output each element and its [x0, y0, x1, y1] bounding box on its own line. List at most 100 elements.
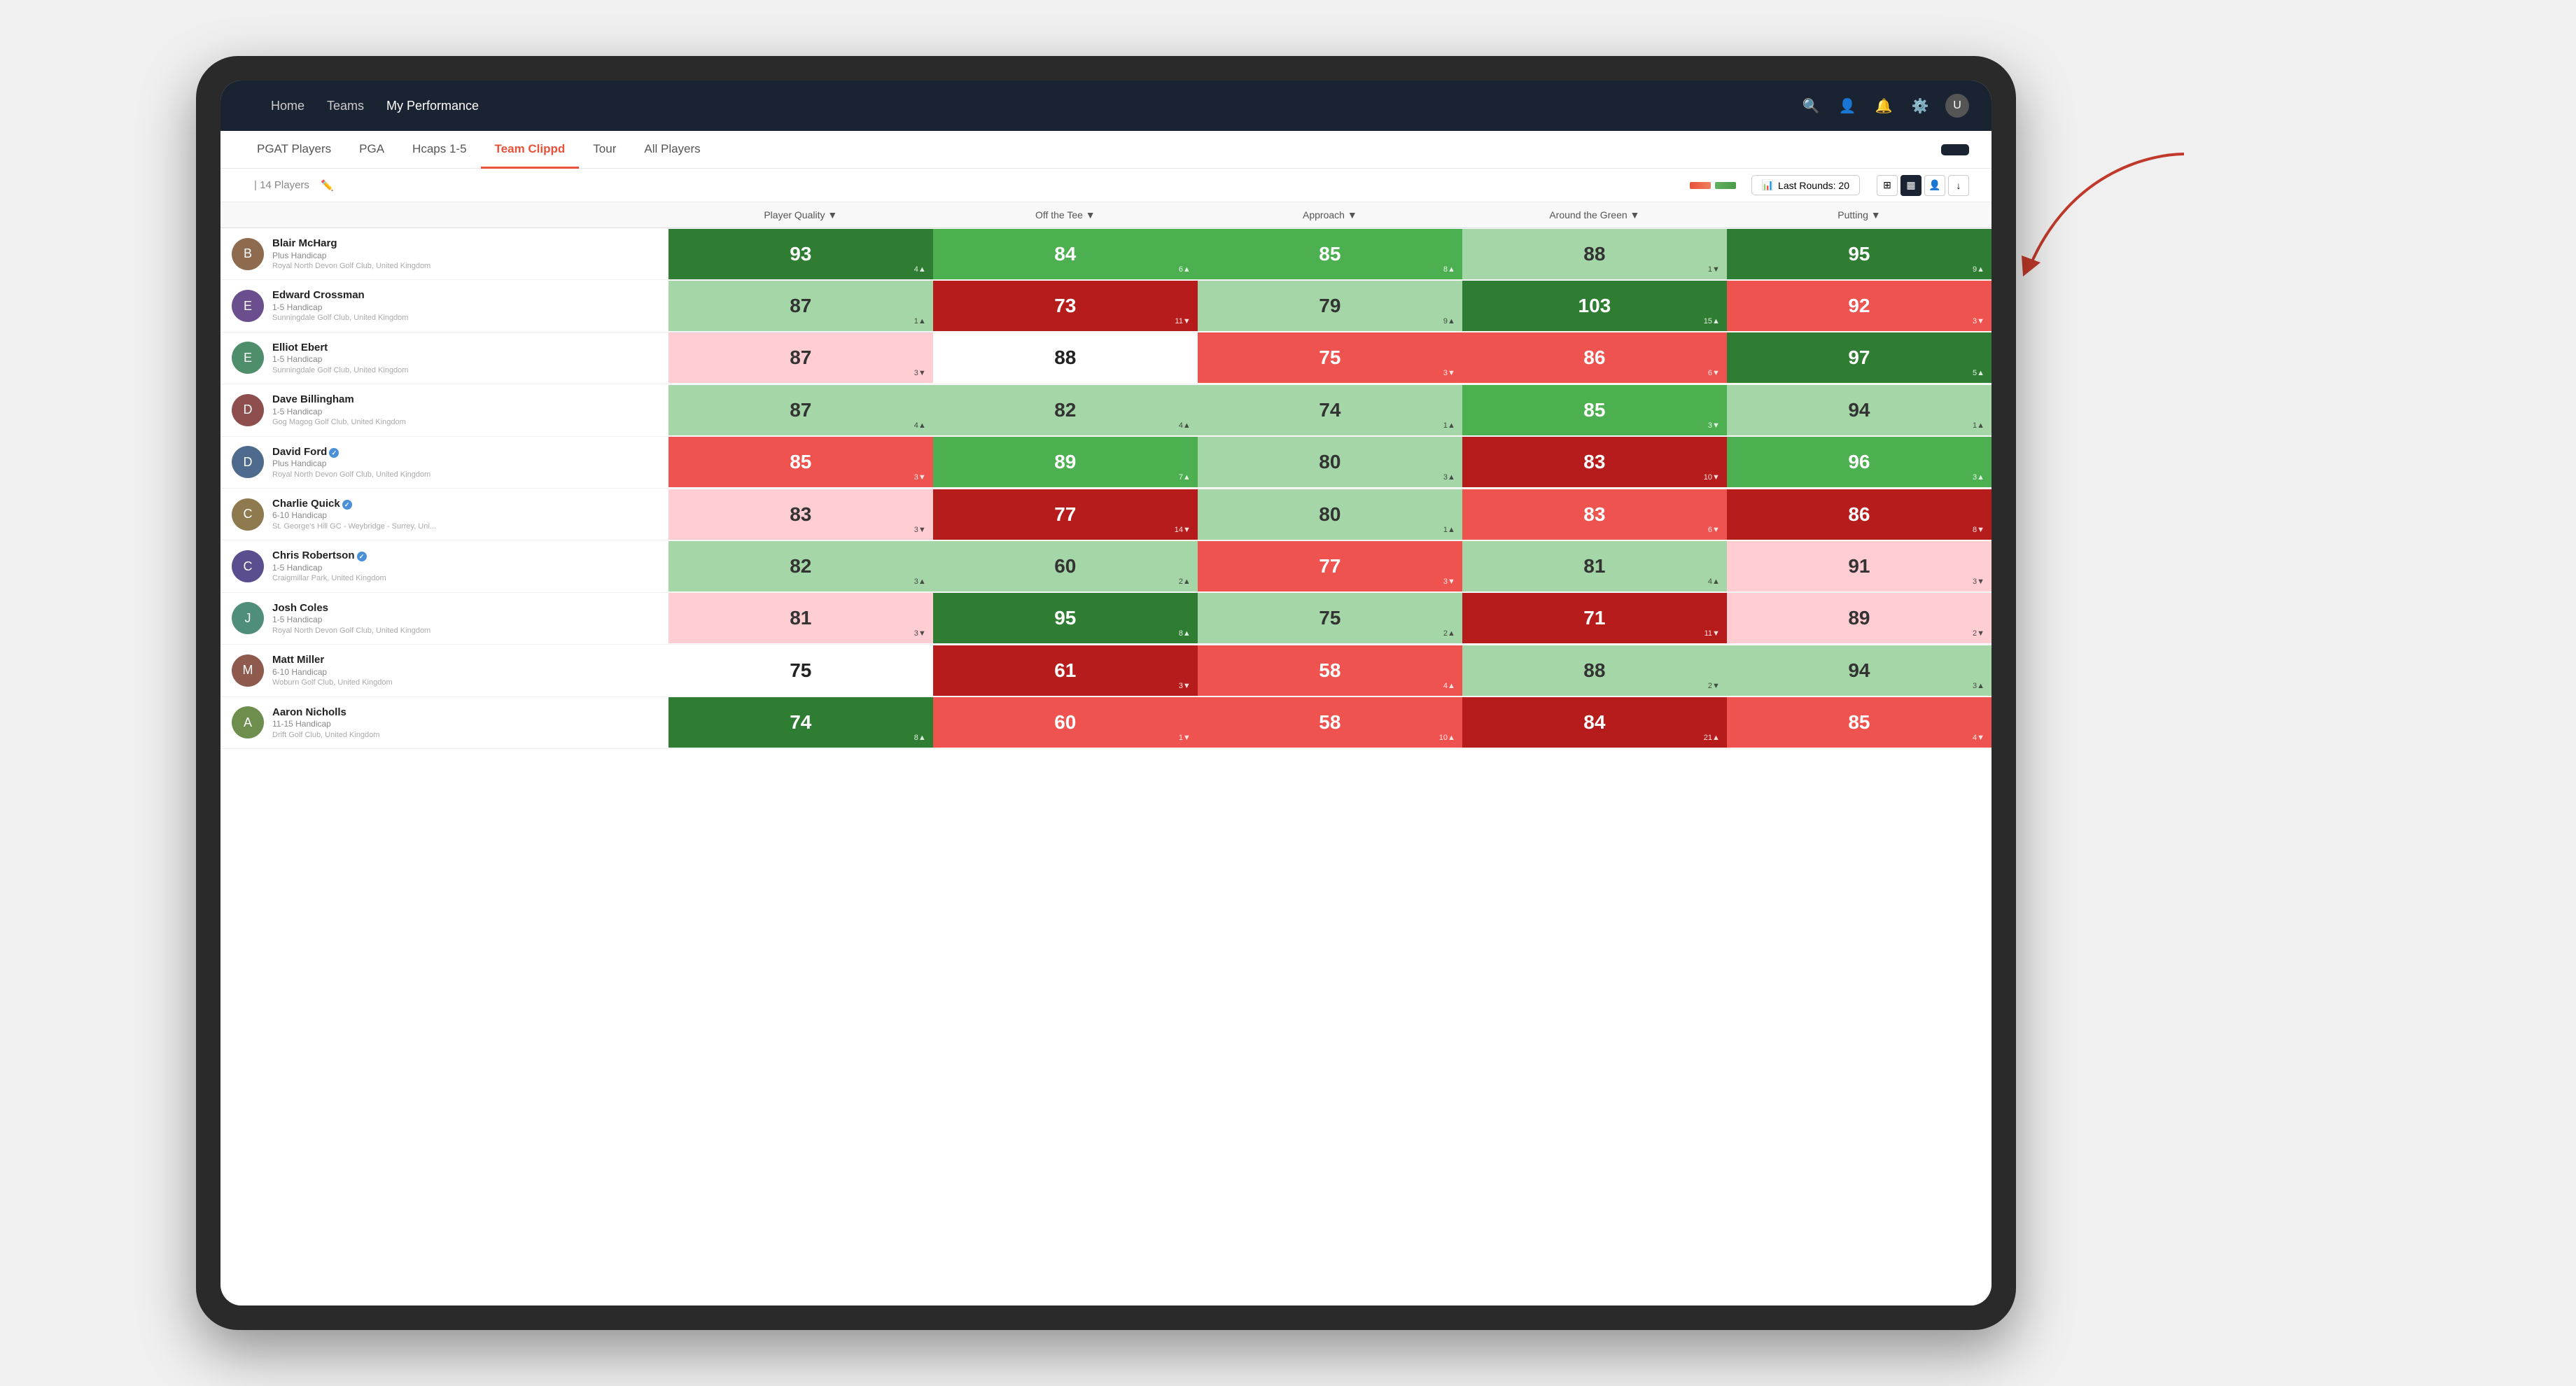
player-details: Elliot Ebert 1-5 Handicap Sunningdale Go…: [272, 341, 408, 375]
score-cell-0: 87 1▲: [668, 280, 933, 332]
nav-my-performance[interactable]: My Performance: [386, 99, 479, 113]
last-rounds-button[interactable]: 📊 Last Rounds: 20: [1751, 175, 1860, 195]
settings-icon[interactable]: ⚙️: [1909, 94, 1931, 117]
score-change: 3▼: [1708, 421, 1720, 430]
subnav-pgat[interactable]: PGAT Players: [243, 131, 345, 169]
score-cell-3: 88 2▼: [1462, 645, 1727, 696]
team-bar: | 14 Players ✏️ 📊 Last Rounds: 20 ⊞ ▦ 👤 …: [220, 169, 1991, 202]
table-row: C Charlie Quick✓ 6-10 Handicap St. Georg…: [220, 488, 1991, 540]
col-header-approach[interactable]: Approach ▼: [1198, 202, 1462, 228]
nav-items: Home Teams My Performance: [271, 99, 1800, 113]
team-count: | 14 Players: [254, 179, 309, 191]
score-value: 87: [790, 295, 811, 317]
score-change: 1▲: [1973, 421, 1984, 430]
score-cell-0: 83 3▼: [668, 488, 933, 540]
score-value: 89: [1054, 451, 1076, 473]
player-name: Blair McHarg: [272, 237, 430, 251]
player-info: M Matt Miller 6-10 Handicap Woburn Golf …: [232, 653, 657, 687]
player-cell[interactable]: A Aaron Nicholls 11-15 Handicap Drift Go…: [220, 696, 668, 748]
player-cell[interactable]: D Dave Billingham 1-5 Handicap Gog Magog…: [220, 384, 668, 436]
player-info: E Elliot Ebert 1-5 Handicap Sunningdale …: [232, 341, 657, 375]
score-value: 89: [1848, 607, 1870, 629]
player-cell[interactable]: D David Ford✓ Plus Handicap Royal North …: [220, 436, 668, 488]
score-value: 81: [790, 607, 811, 629]
player-details: Edward Crossman 1-5 Handicap Sunningdale…: [272, 288, 408, 323]
player-cell[interactable]: C Chris Robertson✓ 1-5 Handicap Craigmil…: [220, 540, 668, 592]
view-grid-button[interactable]: ⊞: [1877, 175, 1898, 196]
verified-icon: ✓: [329, 448, 339, 458]
score-cell-2: 80 1▲: [1198, 488, 1462, 540]
player-details: Chris Robertson✓ 1-5 Handicap Craigmilla…: [272, 549, 386, 583]
player-name: Dave Billingham: [272, 393, 406, 407]
col-header-player[interactable]: [220, 202, 668, 228]
col-header-putting[interactable]: Putting ▼: [1727, 202, 1991, 228]
player-cell[interactable]: C Charlie Quick✓ 6-10 Handicap St. Georg…: [220, 488, 668, 540]
score-change: 8▼: [1973, 526, 1984, 534]
score-box: 82 4▲: [933, 385, 1198, 435]
view-person-button[interactable]: 👤: [1924, 175, 1945, 196]
edit-icon[interactable]: ✏️: [321, 179, 334, 192]
bell-icon[interactable]: 🔔: [1872, 94, 1895, 117]
score-cell-0: 82 3▲: [668, 540, 933, 592]
score-change: 3▼: [914, 473, 926, 482]
view-heatmap-button[interactable]: ▦: [1900, 175, 1921, 196]
subnav-hcaps[interactable]: Hcaps 1-5: [398, 131, 480, 169]
score-change: 4▲: [914, 265, 926, 274]
player-name: Chris Robertson✓: [272, 549, 386, 563]
score-box: 96 3▲: [1727, 437, 1991, 487]
score-value: 74: [1319, 399, 1340, 421]
search-icon[interactable]: 🔍: [1800, 94, 1822, 117]
subnav-pga[interactable]: PGA: [345, 131, 398, 169]
score-change: 8▲: [914, 734, 926, 742]
col-header-around-green[interactable]: Around the Green ▼: [1462, 202, 1727, 228]
table-row: E Elliot Ebert 1-5 Handicap Sunningdale …: [220, 332, 1991, 384]
player-name: Matt Miller: [272, 653, 393, 667]
score-cell-4: 94 3▲: [1727, 645, 1991, 696]
score-change: 14▼: [1175, 526, 1191, 534]
subnav-team-clippd[interactable]: Team Clippd: [481, 131, 580, 169]
player-details: Charlie Quick✓ 6-10 Handicap St. George'…: [272, 497, 436, 531]
score-box: 85 3▼: [1462, 385, 1727, 435]
player-avatar: E: [232, 290, 264, 322]
score-change: 3▼: [1973, 578, 1984, 586]
add-team-button[interactable]: [1941, 144, 1969, 155]
score-cell-2: 75 2▲: [1198, 592, 1462, 644]
score-change: 10▼: [1704, 473, 1720, 482]
nav-teams[interactable]: Teams: [327, 99, 364, 113]
subnav-tour[interactable]: Tour: [579, 131, 630, 169]
score-box: 89 2▼: [1727, 593, 1991, 643]
player-cell[interactable]: J Josh Coles 1-5 Handicap Royal North De…: [220, 592, 668, 644]
score-box: 92 3▼: [1727, 281, 1991, 331]
player-cell[interactable]: E Elliot Ebert 1-5 Handicap Sunningdale …: [220, 332, 668, 384]
score-value: 61: [1054, 659, 1076, 682]
account-avatar[interactable]: U: [1945, 94, 1969, 118]
score-value: 71: [1583, 607, 1605, 629]
score-cell-0: 74 8▲: [668, 696, 933, 748]
player-info: J Josh Coles 1-5 Handicap Royal North De…: [232, 601, 657, 636]
subnav-all-players[interactable]: All Players: [630, 131, 714, 169]
nav-home[interactable]: Home: [271, 99, 304, 113]
score-value: 87: [790, 346, 811, 369]
score-cell-2: 79 9▲: [1198, 280, 1462, 332]
score-cell-1: 82 4▲: [933, 384, 1198, 436]
score-box: 74 8▲: [668, 697, 933, 748]
person-icon[interactable]: 👤: [1836, 94, 1858, 117]
score-value: 80: [1319, 503, 1340, 526]
player-cell[interactable]: B Blair McHarg Plus Handicap Royal North…: [220, 228, 668, 280]
player-cell[interactable]: E Edward Crossman 1-5 Handicap Sunningda…: [220, 280, 668, 332]
col-header-off-tee[interactable]: Off the Tee ▼: [933, 202, 1198, 228]
player-cell[interactable]: M Matt Miller 6-10 Handicap Woburn Golf …: [220, 645, 668, 696]
score-cell-0: 87 3▼: [668, 332, 933, 384]
table-row: C Chris Robertson✓ 1-5 Handicap Craigmil…: [220, 540, 1991, 592]
score-box: 84 21▲: [1462, 697, 1727, 748]
col-header-player-quality[interactable]: Player Quality ▼: [668, 202, 933, 228]
score-cell-1: 73 11▼: [933, 280, 1198, 332]
score-value: 83: [790, 503, 811, 526]
score-change: 6▲: [1179, 265, 1191, 274]
score-box: 61 3▼: [933, 645, 1198, 696]
player-details: David Ford✓ Plus Handicap Royal North De…: [272, 445, 430, 479]
player-handicap: 1-5 Handicap: [272, 302, 408, 314]
view-export-button[interactable]: ↓: [1948, 175, 1969, 196]
player-handicap: Plus Handicap: [272, 251, 430, 262]
score-cell-0: 87 4▲: [668, 384, 933, 436]
